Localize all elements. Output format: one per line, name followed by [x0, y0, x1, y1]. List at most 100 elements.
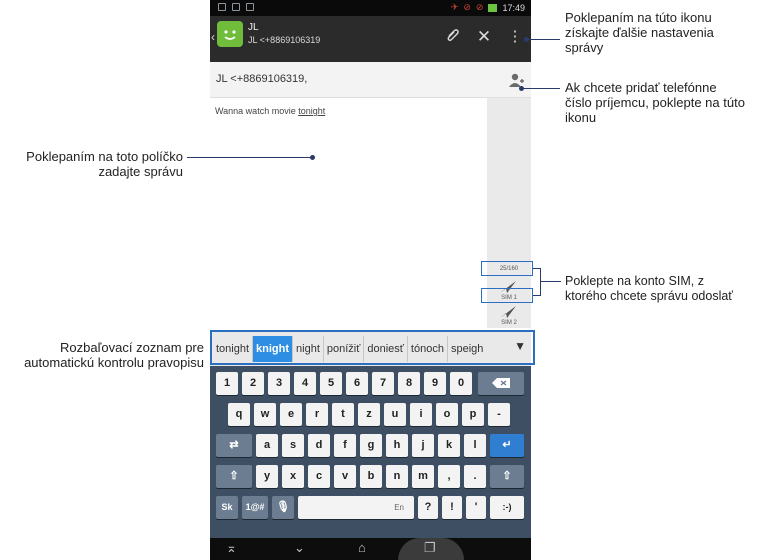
key[interactable]: d	[308, 434, 330, 457]
contact-avatar-icon[interactable]	[217, 21, 243, 47]
sim2-label: SIM 2	[501, 320, 517, 326]
leader-dot-compose	[310, 155, 315, 160]
backspace-key[interactable]	[478, 372, 524, 395]
key[interactable]: e	[280, 403, 302, 426]
microphone-icon[interactable]: 🎙	[272, 496, 294, 519]
key[interactable]: 5	[320, 372, 342, 395]
leader-line-recipient	[521, 88, 560, 89]
callout-sim: Poklepte na konto SIM, z ktorého chcete …	[565, 274, 733, 303]
phone-screen: ✈ ⊘ ⊘ 17:49 ‹ JL JL <+8869106319 ✕ ⋮ JL …	[210, 0, 531, 560]
keyboard: 1 2 3 4 5 6 7 8 9 0 q w e r t z u i o p …	[210, 366, 531, 538]
leader-line-menu	[527, 39, 560, 40]
leader-line-compose	[187, 157, 312, 158]
home-icon[interactable]: ⌂	[358, 540, 366, 555]
key[interactable]: k	[438, 434, 460, 457]
key[interactable]: -	[488, 403, 510, 426]
status-bar: ✈ ⊘ ⊘ 17:49	[210, 0, 531, 16]
callout-compose: Poklepaním na toto políčko zadajte správ…	[26, 149, 183, 179]
hide-keyboard-icon[interactable]: ⌅	[226, 540, 237, 556]
symbols-key[interactable]: 1@#	[242, 496, 268, 519]
leader-line-sim-top	[533, 268, 541, 269]
paperclip-icon[interactable]	[442, 26, 464, 48]
silent-icon: ✈	[450, 2, 459, 12]
key[interactable]: z	[358, 403, 380, 426]
key[interactable]: 6	[346, 372, 368, 395]
smiley-key[interactable]: :-)	[490, 496, 524, 519]
key[interactable]: q	[228, 403, 250, 426]
key[interactable]: .	[464, 465, 486, 488]
key[interactable]: i	[410, 403, 432, 426]
overflow-menu-icon[interactable]: ⋮	[504, 26, 526, 48]
message-text: Wanna watch movie tonight	[215, 106, 326, 116]
key[interactable]: m	[412, 465, 434, 488]
key[interactable]: x	[282, 465, 304, 488]
key[interactable]: l	[464, 434, 486, 457]
key[interactable]: 7	[372, 372, 394, 395]
key[interactable]: w	[254, 403, 276, 426]
leader-dot-recipient	[519, 86, 524, 91]
key[interactable]: 8	[398, 372, 420, 395]
key[interactable]: b	[360, 465, 382, 488]
key[interactable]: c	[308, 465, 330, 488]
screenshot-icon	[246, 3, 254, 11]
key[interactable]: f	[334, 434, 356, 457]
back-chevron-icon[interactable]: ‹	[211, 30, 215, 44]
send-sim2-icon[interactable]	[499, 305, 517, 319]
signal-off-icon: ⊘	[463, 2, 471, 12]
key[interactable]: !	[442, 496, 462, 519]
key[interactable]: h	[386, 434, 408, 457]
language-key[interactable]: Sk	[216, 496, 238, 519]
key[interactable]: ?	[418, 496, 438, 519]
sd-card-icon	[232, 3, 240, 11]
enter-key-icon[interactable]: ↵	[490, 434, 524, 457]
contact-name: JL	[248, 22, 259, 33]
action-bar: ‹ JL JL <+8869106319 ✕ ⋮	[210, 16, 531, 62]
status-time: 17:49	[502, 2, 525, 13]
recipient-field[interactable]: JL <+8869106319,	[210, 62, 531, 98]
key[interactable]: j	[412, 434, 434, 457]
close-icon[interactable]: ✕	[473, 26, 495, 48]
backspace-icon	[492, 378, 510, 389]
key[interactable]: ,	[438, 465, 460, 488]
highlight-box-sim1	[481, 288, 533, 303]
leader-line-sim	[541, 281, 561, 282]
key[interactable]: '	[466, 496, 486, 519]
battery-icon	[488, 3, 498, 12]
shift-right-icon[interactable]: ⇧	[490, 465, 524, 488]
recent-apps-icon[interactable]: ❐	[424, 540, 436, 556]
navigation-bar: ⌅ ⌄ ⌂ ❐	[210, 538, 531, 560]
key[interactable]: p	[462, 403, 484, 426]
space-key[interactable]: En	[298, 496, 414, 519]
key[interactable]: 2	[242, 372, 264, 395]
key[interactable]: t	[332, 403, 354, 426]
key[interactable]: 3	[268, 372, 290, 395]
key[interactable]: 4	[294, 372, 316, 395]
key[interactable]: v	[334, 465, 356, 488]
key[interactable]: o	[436, 403, 458, 426]
key[interactable]: r	[306, 403, 328, 426]
callout-recipient: Ak chcete pridať telefónne číslo príjemc…	[565, 80, 745, 125]
leader-dot-menu	[524, 37, 529, 42]
key[interactable]: g	[360, 434, 382, 457]
key[interactable]: 1	[216, 372, 238, 395]
key[interactable]: 0	[450, 372, 472, 395]
message-input[interactable]: Wanna watch movie tonight	[210, 98, 487, 328]
notification-icon	[218, 3, 226, 11]
leader-line-sim-bottom	[533, 295, 541, 296]
key[interactable]: 9	[424, 372, 446, 395]
shift-left-icon[interactable]: ⇧	[216, 465, 252, 488]
key[interactable]: y	[256, 465, 278, 488]
key[interactable]: a	[256, 434, 278, 457]
back-icon[interactable]: ⌄	[294, 540, 305, 556]
space-label: En	[394, 503, 404, 512]
callout-spellcheck: Rozbaľovací zoznam pre automatickú kontr…	[24, 340, 204, 370]
key[interactable]: u	[384, 403, 406, 426]
recipient-value: JL <+8869106319,	[216, 73, 308, 85]
highlight-box-suggestions	[210, 330, 535, 365]
callout-menu: Poklepaním na túto ikonu získajte ďalšie…	[565, 10, 714, 55]
signal-off-2-icon: ⊘	[475, 2, 484, 12]
highlight-box-char-count	[481, 261, 533, 276]
key[interactable]: s	[282, 434, 304, 457]
key[interactable]: n	[386, 465, 408, 488]
switch-keyboard-icon[interactable]: ⇄	[216, 434, 252, 457]
